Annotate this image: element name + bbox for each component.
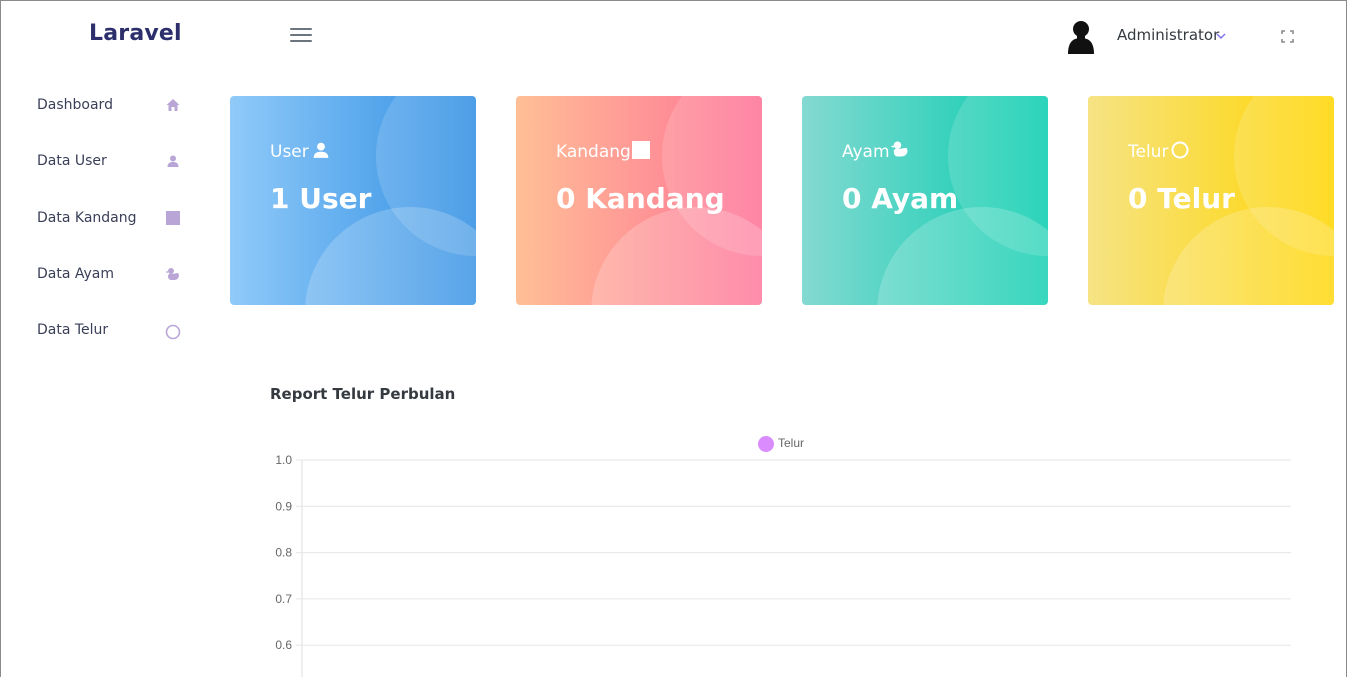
stat-card-user[interactable]: User 1 User (230, 96, 476, 305)
card-decoration (305, 207, 476, 305)
card-value: 0 Kandang (556, 182, 725, 215)
duck-icon (165, 268, 179, 280)
chart-title: Report Telur Perbulan (270, 385, 456, 403)
y-tick-label: 0.8 (275, 546, 292, 560)
user-icon (167, 155, 179, 167)
avatar[interactable] (1065, 18, 1097, 54)
hamburger-line (290, 34, 312, 36)
telur-chart: Telur 1.0 0.9 0.8 0.7 0.6 (275, 436, 1291, 677)
legend-marker[interactable] (758, 436, 774, 452)
sidebar-item-label: Data Ayam (37, 266, 115, 282)
y-tick-label: 0.9 (275, 499, 292, 513)
card-value: 1 User (270, 182, 372, 215)
circle-icon (1171, 141, 1189, 159)
sidebar-item-dashboard[interactable]: Dashboard (37, 91, 187, 121)
card-value: 0 Ayam (842, 182, 959, 215)
duck-icon (890, 141, 908, 157)
user-name[interactable]: Administrator (1117, 26, 1219, 44)
stat-card-kandang[interactable]: Kandang 0 Kandang (516, 96, 762, 305)
home-icon (166, 99, 180, 111)
y-tick-label: 0.6 (275, 638, 292, 652)
sidebar-item-label: Data Telur (37, 322, 109, 338)
y-tick-label: 1.0 (275, 453, 292, 467)
user-icon (313, 142, 329, 158)
stat-card-ayam[interactable]: Ayam 0 Ayam (802, 96, 1048, 305)
square-icon (632, 141, 650, 159)
sidebar-item-data-telur[interactable]: Data Telur (37, 316, 187, 346)
card-value: 0 Telur (1128, 182, 1235, 215)
legend-label[interactable]: Telur (778, 436, 804, 450)
menu-toggle-button[interactable] (290, 28, 312, 46)
card-decoration (877, 207, 1048, 305)
stat-card-telur[interactable]: Telur 0 Telur (1088, 96, 1334, 305)
card-decoration (591, 207, 762, 305)
sidebar-item-label: Data Kandang (37, 210, 137, 226)
sidebar-item-data-ayam[interactable]: Data Ayam (37, 260, 187, 290)
top-navbar: Laravel Administrator (1, 1, 1346, 71)
sidebar-item-label: Dashboard (37, 97, 113, 113)
y-tick-label: 0.7 (275, 592, 292, 606)
card-title: Ayam (842, 142, 890, 162)
card-title: Telur (1128, 142, 1169, 162)
card-title: User (270, 142, 309, 162)
chevron-down-icon[interactable] (1216, 32, 1226, 40)
sidebar-item-data-kandang[interactable]: Data Kandang (37, 204, 187, 234)
sidebar-item-data-user[interactable]: Data User (37, 147, 187, 177)
square-icon (166, 211, 180, 225)
hamburger-line (290, 28, 312, 30)
brand-logo[interactable]: Laravel (89, 21, 182, 46)
sidebar-item-label: Data User (37, 153, 107, 169)
hamburger-line (290, 40, 312, 42)
circle-icon (165, 324, 181, 340)
fullscreen-icon[interactable] (1281, 30, 1294, 43)
sidebar: Dashboard Data User Data Kandang Data Ay… (1, 71, 211, 677)
card-decoration (1163, 207, 1334, 305)
card-title: Kandang (556, 142, 631, 162)
